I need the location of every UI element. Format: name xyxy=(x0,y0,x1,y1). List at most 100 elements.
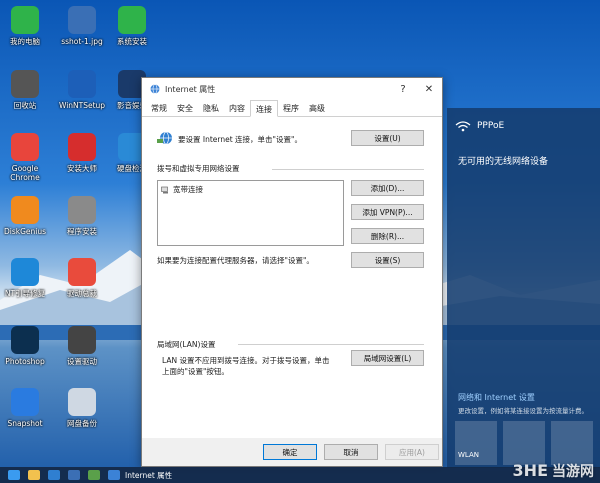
quick-action-tile[interactable] xyxy=(551,421,593,465)
proxy-settings-button[interactable]: 设置(S) xyxy=(351,252,424,268)
watermark-logo: 3HE 当游网 xyxy=(513,461,594,481)
flyout-header[interactable]: PPPoE xyxy=(455,120,504,132)
desktop-icon-label: Photoshop xyxy=(5,357,45,366)
no-wireless-message: 无可用的无线网络设备 xyxy=(458,157,549,167)
desktop-icon-label: 回收站 xyxy=(13,101,37,110)
network-flyout: PPPoE 无可用的无线网络设备 网络和 Internet 设置 更改设置，例如… xyxy=(447,108,600,468)
image-file-icon xyxy=(68,6,96,34)
dialog-tabs: 常规 安全 隐私 内容 连接 程序 高级 xyxy=(142,100,442,117)
install-master-icon xyxy=(68,133,96,161)
pppoe-connection-name: PPPoE xyxy=(477,121,505,131)
start-icon[interactable] xyxy=(8,470,20,480)
add-vpn-button[interactable]: 添加 VPN(P)... xyxy=(351,204,424,220)
watermark-brand: 3HE xyxy=(512,461,548,480)
desktop-icon-label: 我的电脑 xyxy=(10,37,40,46)
tab-programs[interactable]: 程序 xyxy=(278,100,304,117)
internet-properties-dialog[interactable]: Internet 属性 ? ✕ 常规 安全 隐私 内容 连接 程序 高级 要设置… xyxy=(141,77,443,467)
tab-security[interactable]: 安全 xyxy=(172,100,198,117)
desktop-icon[interactable]: 设置驱动 xyxy=(57,326,107,366)
tab-content[interactable]: 内容 xyxy=(224,100,250,117)
desktop-icon-label: 程序安装 xyxy=(67,227,97,236)
desktop-icon[interactable]: 驱动总裁 xyxy=(57,258,107,298)
desktop-icon[interactable]: Snapshot xyxy=(0,388,50,428)
delete-button[interactable]: 删除(R)... xyxy=(351,228,424,244)
tab-connections[interactable]: 连接 xyxy=(250,100,278,117)
broadband-connection-icon xyxy=(161,186,168,193)
desktop-icon-label: DiskGenius xyxy=(3,227,47,236)
cancel-button[interactable]: 取消 xyxy=(324,444,378,460)
app-icon[interactable] xyxy=(68,470,80,480)
dialog-footer: 确定 取消 应用(A) xyxy=(142,438,442,466)
desktop-icon[interactable]: 安装大师 xyxy=(57,133,107,173)
setup-description: 要设置 Internet 连接，单击"设置"。 xyxy=(178,135,302,144)
tab-privacy[interactable]: 隐私 xyxy=(198,100,224,117)
network-settings-description: 更改设置，例如将某连接设置为按流量计费。 xyxy=(458,407,588,415)
desktop-icon[interactable]: sshot-1.jpg xyxy=(57,6,107,46)
network-settings-link[interactable]: 网络和 Internet 设置 xyxy=(458,392,535,403)
internet-properties-task-icon[interactable] xyxy=(108,470,120,480)
desktop-icon-label: Snapshot xyxy=(7,419,43,428)
apply-button[interactable]: 应用(A) xyxy=(385,444,439,460)
desktop-icon-label: 网盘备份 xyxy=(67,419,97,428)
connection-list[interactable]: 宽带连接 xyxy=(157,180,344,246)
desktop-icon[interactable]: 我的电脑 xyxy=(0,6,50,46)
file-explorer-icon[interactable] xyxy=(28,470,40,480)
internet-setup-icon xyxy=(157,131,172,145)
desktop-icon[interactable]: Photoshop xyxy=(0,326,50,366)
quick-action-tile[interactable] xyxy=(503,421,545,465)
ok-button[interactable]: 确定 xyxy=(263,444,317,460)
desktop-icon-label: 设置驱动 xyxy=(67,357,97,366)
watermark-text: 当游网 xyxy=(552,464,594,480)
section-divider xyxy=(272,169,424,170)
desktop-icon[interactable]: DiskGenius xyxy=(0,196,50,236)
list-item[interactable]: 宽带连接 xyxy=(158,181,343,198)
desktop-icon[interactable]: NT引导修复 xyxy=(0,258,50,298)
tab-general[interactable]: 常规 xyxy=(146,100,172,117)
program-install-icon xyxy=(68,196,96,224)
connection-name: 宽带连接 xyxy=(173,185,203,194)
wlan-tile[interactable]: WLAN xyxy=(455,421,497,465)
lan-section-label: 局域网(LAN)设置 xyxy=(157,340,216,349)
lan-description-line1: LAN 设置不应用到拨号连接。对于拨号设置，单击 xyxy=(162,356,330,365)
photoshop-icon xyxy=(11,326,39,354)
desktop-icon-label: 系统安装 xyxy=(117,37,147,46)
setup-icon xyxy=(68,70,96,98)
internet-globe-icon xyxy=(150,84,160,94)
driver-icon xyxy=(68,258,96,286)
snapshot-icon xyxy=(11,388,39,416)
desktop-icon[interactable]: 程序安装 xyxy=(57,196,107,236)
lan-settings-button[interactable]: 局域网设置(L) xyxy=(351,350,424,366)
taskbar-task-label[interactable]: Internet 属性 xyxy=(125,470,172,481)
desktop-icon[interactable]: WinNTSetup xyxy=(57,70,107,110)
cloud-backup-icon xyxy=(68,388,96,416)
desktop-icon-label: NT引导修复 xyxy=(4,289,46,298)
desktop-icon-label: 驱动总裁 xyxy=(67,289,97,298)
dialog-titlebar[interactable]: Internet 属性 ? ✕ xyxy=(142,78,442,100)
computer-icon xyxy=(11,6,39,34)
app-icon[interactable] xyxy=(88,470,100,480)
add-button[interactable]: 添加(D)... xyxy=(351,180,424,196)
desktop-icon-label: WinNTSetup xyxy=(58,101,106,110)
driver-settings-icon xyxy=(68,326,96,354)
desktop-icon-label: 安装大师 xyxy=(67,164,97,173)
setup-button[interactable]: 设置(U) xyxy=(351,130,424,146)
section-divider xyxy=(238,344,424,345)
connections-panel: 要设置 Internet 连接，单击"设置"。 设置(U) 拨号和虚拟专用网络设… xyxy=(142,117,442,450)
desktop-icon-label: sshot-1.jpg xyxy=(61,37,103,46)
desktop-icon[interactable]: 系统安装 xyxy=(107,6,157,46)
download-icon xyxy=(118,6,146,34)
desktop-icon[interactable]: 网盘备份 xyxy=(57,388,107,428)
desktop-icon[interactable]: 回收站 xyxy=(0,70,50,110)
close-button[interactable]: ✕ xyxy=(416,84,442,95)
wifi-icon xyxy=(455,121,471,132)
chrome-icon xyxy=(11,133,39,161)
proxy-description: 如果要为连接配置代理服务器，请选择"设置"。 xyxy=(157,256,314,265)
taskbar: Internet 属性 xyxy=(0,467,600,483)
ie-icon[interactable] xyxy=(48,470,60,480)
dialup-section-label: 拨号和虚拟专用网络设置 xyxy=(157,164,240,173)
recycle-bin-icon xyxy=(11,70,39,98)
desktop-icon[interactable]: Google Chrome xyxy=(0,133,50,182)
tab-advanced[interactable]: 高级 xyxy=(304,100,330,117)
help-button[interactable]: ? xyxy=(390,84,416,95)
boot-repair-icon xyxy=(11,258,39,286)
